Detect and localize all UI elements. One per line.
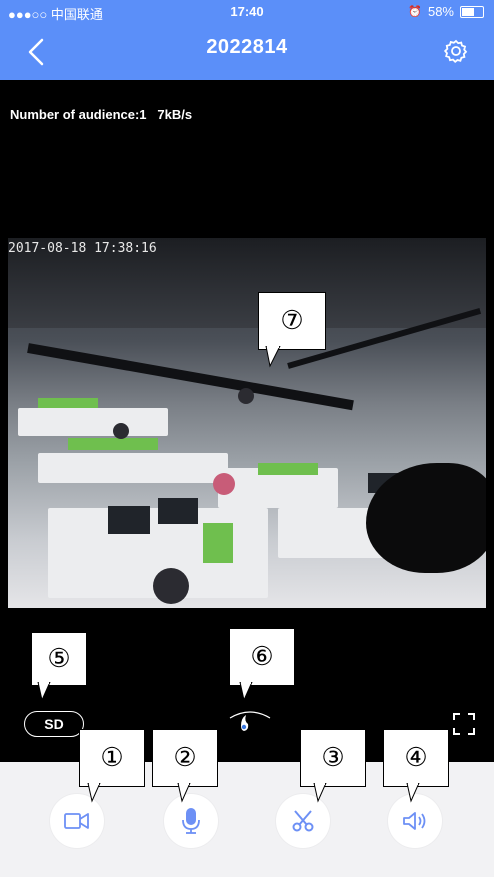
settings-button[interactable] [443,39,468,64]
audience-info: Number of audience:1 7kB/s [10,107,192,122]
callout-5: ⑤ [31,632,87,686]
feed-person [153,568,189,604]
quality-toggle-button[interactable]: SD [24,711,84,737]
callout-1: ① [79,729,145,787]
feed-partition [203,523,233,563]
callout-6-pointer [239,682,253,702]
feed-monitor [158,498,198,524]
callout-2-pointer [177,783,191,803]
callout-4: ④ [383,729,449,787]
battery-percent: 58% [427,4,454,19]
video-camera-icon [64,813,89,829]
callout-1-pointer [87,783,101,803]
microphone-icon [182,808,200,834]
callout-7-pointer [265,346,281,368]
ptz-handle-icon [229,711,271,731]
nav-bar: 2022814 [0,22,494,80]
audience-count: Number of audience:1 [10,107,147,122]
video-timestamp: 2017-08-18 17:38:16 [8,241,157,256]
feed-partition [68,438,158,450]
callout-2: ② [152,729,218,787]
fullscreen-icon [453,713,475,735]
callout-3: ③ [300,729,366,787]
feed-partition [38,398,98,408]
fullscreen-button[interactable] [453,713,475,735]
callout-3-pointer [313,783,327,803]
camera-feed [8,238,486,608]
alarm-icon: ⏰ [408,6,422,18]
callout-7: ⑦ [258,292,326,350]
feed-desk [38,453,228,483]
feed-desk [18,408,168,436]
scissors-icon [292,810,314,832]
ptz-control[interactable] [228,706,272,740]
feed-person [238,388,254,404]
speaker-icon [403,812,426,830]
callout-5-pointer [37,682,51,702]
page-title: 2022814 [206,36,288,58]
gear-icon [443,39,468,64]
callout-4-pointer [406,783,420,803]
feed-person [113,423,129,439]
bitrate: 7kB/s [157,107,193,122]
status-right: ⏰ 58% [408,4,484,19]
feed-person [213,473,235,495]
status-bar: ●●●○○ 中国联通 17:40 ⏰ 58% [0,0,494,22]
feed-monitor [108,506,150,534]
feed-partition [258,463,318,475]
battery-icon [460,5,484,18]
callout-6: ⑥ [229,628,295,686]
